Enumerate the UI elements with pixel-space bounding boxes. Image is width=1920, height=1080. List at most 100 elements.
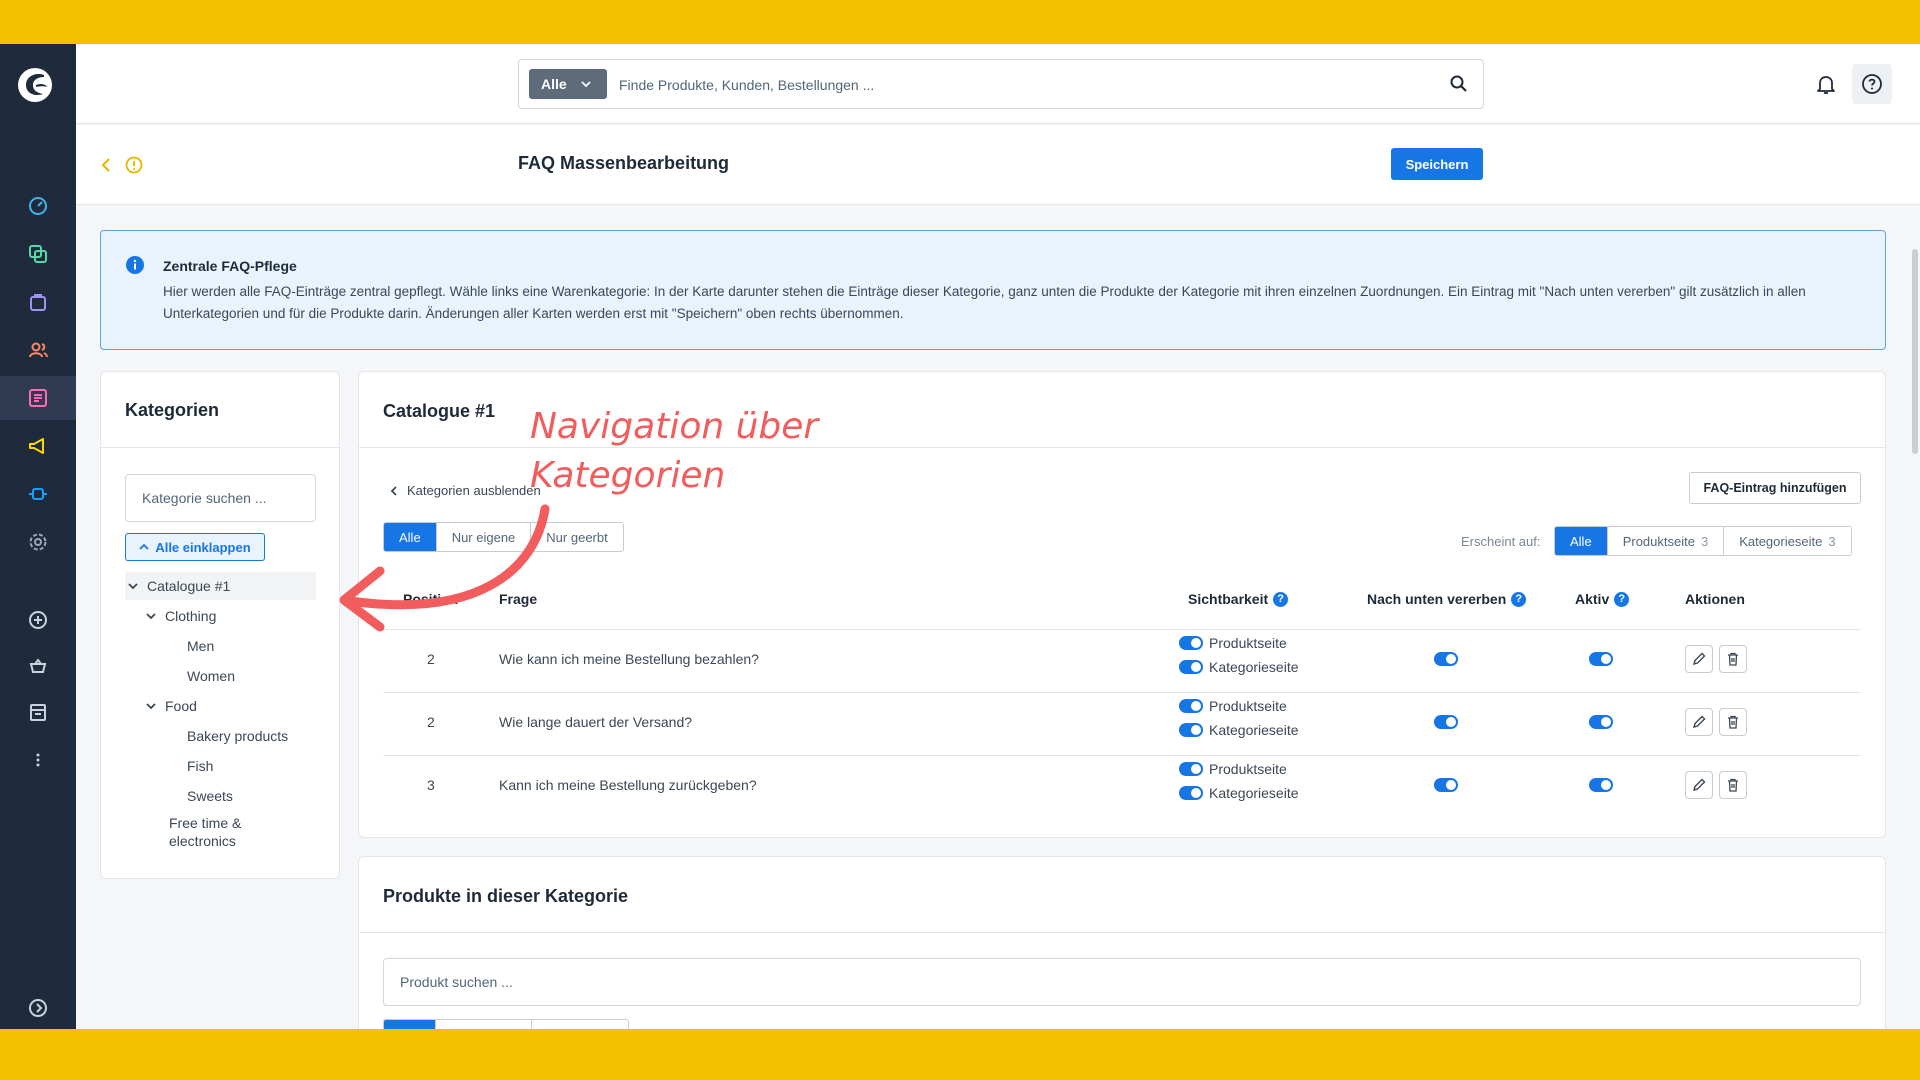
tree-item-women[interactable]: Women	[187, 662, 235, 690]
visibility-category-label: Kategorieseite	[1209, 722, 1299, 738]
nav-orders[interactable]	[0, 280, 76, 324]
tree-item-label: Women	[187, 668, 235, 684]
visibility-category-toggle[interactable]	[1179, 660, 1203, 674]
page-header: FAQ Massenbearbeitung Speichern	[76, 125, 1920, 205]
nav-content[interactable]	[0, 376, 76, 420]
chevron-down-icon[interactable]	[143, 608, 159, 624]
delete-button[interactable]	[1719, 708, 1747, 736]
inherit-toggle[interactable]	[1434, 652, 1458, 666]
tree-item-label: Sweets	[187, 788, 233, 804]
visibility-category: Kategorieseite	[1179, 659, 1299, 675]
global-search: Alle	[518, 59, 1484, 109]
tree-item-sweets[interactable]: Sweets	[187, 782, 233, 810]
tree-item-fish[interactable]: Fish	[187, 752, 213, 780]
appears-category-page[interactable]: Kategorieseite 3	[1724, 527, 1851, 555]
nav-sales-channel-storefront[interactable]	[0, 690, 76, 734]
inherit-toggle[interactable]	[1434, 778, 1458, 792]
pencil-icon	[1692, 652, 1706, 666]
edit-button[interactable]	[1685, 771, 1713, 799]
nav-settings[interactable]	[0, 520, 76, 564]
tree-item-label: Bakery products	[187, 728, 289, 744]
tree-item-free-time-electronics[interactable]: Free time & electronics	[169, 814, 279, 852]
collapse-all-button[interactable]: Alle einklappen	[125, 533, 265, 561]
appears-product-page[interactable]: Produktseite 3	[1607, 527, 1725, 555]
chevron-down-icon[interactable]	[143, 698, 159, 714]
add-faq-entry-button[interactable]: FAQ-Eintrag hinzufügen	[1689, 472, 1861, 504]
row-position: 2	[427, 651, 435, 667]
save-button[interactable]: Speichern	[1391, 148, 1483, 180]
visibility-product: Produktseite	[1179, 635, 1287, 651]
settings-icon	[29, 533, 47, 551]
visibility-category-toggle[interactable]	[1179, 786, 1203, 800]
content-icon	[29, 389, 47, 407]
chevron-down-icon	[581, 81, 591, 88]
back-icon[interactable]	[96, 155, 116, 175]
nav-more[interactable]	[0, 738, 76, 782]
row-question: Kann ich meine Bestellung zurückgeben?	[499, 777, 757, 793]
hide-categories-label: Kategorien ausblenden	[407, 483, 541, 498]
help-badge-icon[interactable]: ?	[1511, 591, 1527, 607]
nav-customers[interactable]	[0, 328, 76, 372]
search-icon[interactable]	[1449, 74, 1469, 94]
help-badge-icon[interactable]: ?	[1273, 591, 1289, 607]
annotation-text: Navigation über Kategorien	[530, 402, 818, 500]
tree-item-label: Men	[187, 638, 215, 654]
tree-item-clothing[interactable]: Clothing	[143, 602, 216, 630]
alert-text: Hier werden alle FAQ-Einträge zentral ge…	[163, 284, 1806, 321]
nav-extensions[interactable]	[0, 472, 76, 516]
product-filter-segment[interactable]	[532, 1020, 628, 1029]
visibility-category-toggle[interactable]	[1179, 723, 1203, 737]
hide-categories-link[interactable]: Kategorien ausblenden	[389, 483, 541, 498]
search-type-select[interactable]: Alle	[529, 69, 607, 99]
customers-icon	[29, 342, 48, 358]
row-question: Wie lange dauert der Versand?	[499, 714, 693, 730]
nav-add-sales-channel[interactable]	[0, 598, 76, 642]
tree-item-men[interactable]: Men	[187, 632, 214, 660]
categories-card: Kategorien Alle einklappen Catalogue #1 …	[100, 371, 340, 879]
visibility-product-toggle[interactable]	[1179, 636, 1203, 650]
top-bar: Alle	[76, 44, 1920, 124]
page-scrollbar[interactable]	[1912, 249, 1918, 454]
product-search-input[interactable]	[383, 958, 1861, 1006]
delete-button[interactable]	[1719, 771, 1747, 799]
col-visibility: Sichtbarkeit?	[1188, 591, 1289, 607]
annotation-arrow-icon	[339, 504, 550, 632]
bell-icon[interactable]	[1814, 72, 1838, 96]
category-search-input[interactable]	[125, 474, 316, 522]
visibility-category: Kategorieseite	[1179, 785, 1299, 801]
nav-dashboard[interactable]	[0, 184, 76, 228]
product-filter-segment[interactable]	[436, 1020, 532, 1029]
nav-marketing[interactable]	[0, 424, 76, 468]
visibility-product-label: Produktseite	[1209, 635, 1287, 651]
tree-item-catalogue[interactable]: Catalogue #1	[125, 572, 316, 600]
visibility-product-toggle[interactable]	[1179, 699, 1203, 713]
active-toggle[interactable]	[1589, 778, 1613, 792]
col-actions-label: Aktionen	[1685, 591, 1745, 607]
active-toggle[interactable]	[1589, 652, 1613, 666]
edit-button[interactable]	[1685, 645, 1713, 673]
product-filter-segment[interactable]	[384, 1020, 436, 1029]
help-badge-icon[interactable]: ?	[1614, 591, 1630, 607]
active-toggle[interactable]	[1589, 715, 1613, 729]
col-inherit-label: Nach unten vererben	[1367, 591, 1507, 607]
more-icon	[36, 753, 40, 767]
help-button[interactable]	[1852, 64, 1892, 104]
global-search-input[interactable]	[619, 72, 1419, 98]
nav-catalogue[interactable]	[0, 232, 76, 276]
visibility-product-toggle[interactable]	[1179, 762, 1203, 776]
expand-sidebar-icon	[29, 999, 47, 1017]
tree-item-label: Free time & electronics	[169, 815, 242, 849]
shopware-logo-icon[interactable]	[16, 66, 54, 104]
nav-expand[interactable]	[0, 986, 76, 1029]
edit-button[interactable]	[1685, 708, 1713, 736]
nav-sales-channel-headless[interactable]	[0, 644, 76, 688]
chevron-down-icon[interactable]	[125, 578, 141, 594]
tree-item-bakery-products[interactable]: Bakery products	[187, 722, 288, 750]
tree-item-label: Food	[165, 698, 197, 714]
delete-button[interactable]	[1719, 645, 1747, 673]
appears-all[interactable]: Alle	[1555, 527, 1608, 555]
inherit-toggle[interactable]	[1434, 715, 1458, 729]
visibility-product-label: Produktseite	[1209, 761, 1287, 777]
module-info-icon[interactable]	[124, 155, 144, 175]
tree-item-food[interactable]: Food	[143, 692, 197, 720]
